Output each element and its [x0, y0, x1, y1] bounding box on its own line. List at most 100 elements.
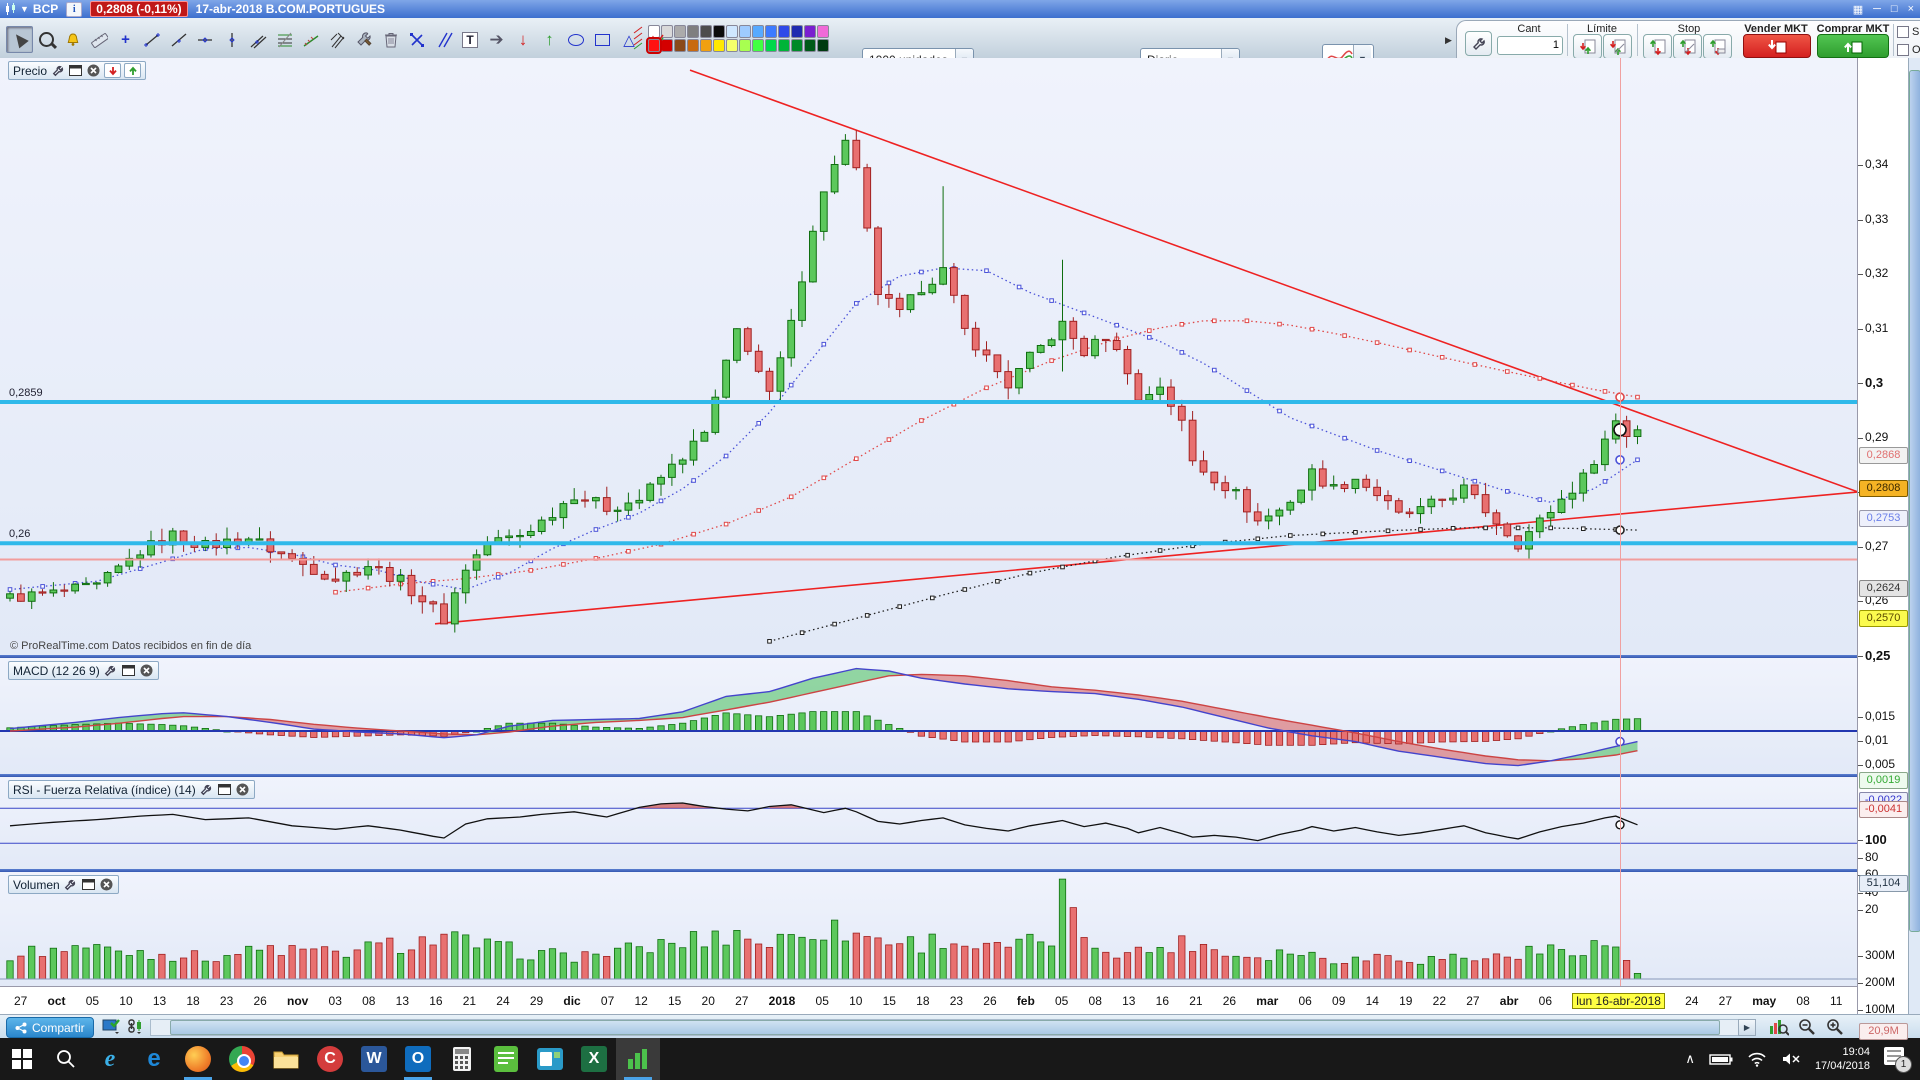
color-swatch[interactable] — [804, 25, 816, 38]
color-swatch[interactable] — [646, 37, 662, 54]
color-swatch[interactable] — [713, 25, 725, 38]
pane-volumen[interactable] — [0, 872, 1857, 986]
color-swatch[interactable] — [700, 25, 712, 38]
maximize-icon[interactable]: □ — [1891, 3, 1898, 16]
window-icon[interactable] — [121, 664, 136, 677]
minimize-icon[interactable]: ─ — [1873, 3, 1881, 16]
limite-buy-button[interactable] — [1603, 34, 1632, 59]
layout-grid-icon[interactable]: ▦ — [1853, 3, 1863, 16]
color-swatch[interactable] — [778, 39, 790, 52]
taskbar-calculator-icon[interactable] — [440, 1038, 484, 1080]
horizontal-scrollbar-thumb[interactable] — [170, 1020, 1720, 1035]
trendline[interactable] — [434, 491, 1857, 625]
candlestick-chart[interactable] — [0, 58, 1857, 655]
pane-precio[interactable] — [0, 58, 1857, 655]
stop-sell-button[interactable] — [1643, 34, 1672, 59]
chart-zoom-icon[interactable] — [1768, 1018, 1790, 1036]
taskbar-excel-icon[interactable]: X — [572, 1038, 616, 1080]
tool-zoom-button[interactable] — [33, 26, 60, 53]
sell-mkt-button[interactable] — [1743, 34, 1811, 58]
volume-muted-icon[interactable] — [1781, 1052, 1801, 1066]
taskbar-search-icon[interactable] — [44, 1038, 88, 1080]
macd-chart[interactable] — [0, 658, 1857, 777]
color-swatch[interactable] — [765, 25, 777, 38]
cant-input[interactable] — [1497, 36, 1563, 55]
link-candle-icon[interactable] — [124, 1017, 146, 1036]
sell-order-icon[interactable] — [104, 63, 122, 78]
window-icon[interactable] — [68, 64, 83, 77]
window-icon[interactable] — [81, 878, 96, 891]
taskbar-file-explorer-icon[interactable] — [264, 1038, 308, 1080]
pane-macd[interactable] — [0, 658, 1857, 777]
close-pane-icon[interactable] — [86, 64, 101, 77]
color-swatch[interactable] — [739, 39, 751, 52]
color-swatch[interactable] — [752, 25, 764, 38]
color-swatch[interactable] — [791, 25, 803, 38]
color-swatch[interactable] — [674, 39, 686, 52]
tool-parallel-lines-button[interactable] — [430, 26, 457, 53]
color-swatch[interactable] — [713, 39, 725, 52]
color-swatch[interactable] — [700, 39, 712, 52]
limite-sell-button[interactable] — [1573, 34, 1602, 59]
taskbar-start-icon[interactable] — [0, 1038, 44, 1080]
battery-icon[interactable] — [1709, 1053, 1733, 1065]
tool-rectangle-button[interactable] — [589, 26, 616, 53]
tool-ellipse-button[interactable] — [563, 26, 590, 53]
taskbar-edge-icon[interactable]: e — [132, 1038, 176, 1080]
rsi-chart[interactable] — [0, 777, 1857, 872]
trendline[interactable] — [689, 69, 1857, 493]
wifi-icon[interactable] — [1747, 1052, 1767, 1067]
color-swatch[interactable] — [687, 25, 699, 38]
wrench-icon[interactable] — [199, 783, 214, 796]
taskbar-ie-icon[interactable]: e — [88, 1038, 132, 1080]
stop-checkbox[interactable] — [1897, 25, 1909, 38]
color-swatch[interactable] — [791, 39, 803, 52]
color-swatch[interactable] — [752, 39, 764, 52]
screen-check-icon[interactable] — [100, 1017, 122, 1036]
color-swatch[interactable] — [765, 39, 777, 52]
tool-cursor-button[interactable] — [6, 26, 33, 53]
vertical-scrollbar-thumb[interactable] — [1909, 70, 1920, 932]
taskbar-notes-icon[interactable] — [484, 1038, 528, 1080]
tool-cross-button[interactable] — [404, 26, 431, 53]
tool-horizontal-line-button[interactable] — [192, 26, 219, 53]
tool-arrow-right-button[interactable]: ➔ — [483, 26, 510, 53]
color-swatch[interactable] — [674, 25, 686, 38]
color-swatch[interactable] — [687, 39, 699, 52]
taskbar-chrome-icon[interactable] — [220, 1038, 264, 1080]
tool-alarm-button[interactable] — [59, 26, 86, 53]
tool-ruler-button[interactable] — [86, 26, 113, 53]
tool-settings-tools-button[interactable] — [351, 26, 378, 53]
info-icon[interactable]: i — [66, 1, 83, 17]
color-swatch[interactable] — [817, 25, 829, 38]
color-swatch[interactable] — [778, 25, 790, 38]
tray-clock[interactable]: 19:04 17/04/2018 — [1815, 1045, 1870, 1073]
tool-trendline-button[interactable] — [165, 26, 192, 53]
zoom-out-icon[interactable] — [1796, 1018, 1818, 1036]
tool-pitchfork-button[interactable] — [324, 26, 351, 53]
trade-settings-button[interactable] — [1465, 31, 1492, 56]
tool-triangle-button[interactable]: △ — [616, 26, 643, 53]
taskbar-word-icon[interactable]: W — [352, 1038, 396, 1080]
tool-arrow-up-button[interactable]: ↑ — [536, 26, 563, 53]
color-swatch[interactable] — [739, 25, 751, 38]
color-swatch[interactable] — [804, 39, 816, 52]
hscroll-right-arrow[interactable]: ▶ — [1738, 1019, 1756, 1036]
volume-chart[interactable] — [0, 872, 1857, 986]
taskbar-contacts-icon[interactable] — [528, 1038, 572, 1080]
tool-regression-button[interactable] — [298, 26, 325, 53]
stop-limit-button[interactable] — [1703, 34, 1732, 59]
close-pane-icon[interactable] — [99, 878, 114, 891]
notification-icon[interactable]: 1 — [1884, 1047, 1912, 1073]
zoom-in-icon[interactable] — [1824, 1018, 1846, 1036]
taskbar-outlook-icon[interactable]: O — [396, 1038, 440, 1080]
color-swatch[interactable] — [817, 39, 829, 52]
wrench-icon[interactable] — [103, 664, 118, 677]
buy-order-icon[interactable] — [124, 63, 142, 78]
stop-buy-button[interactable] — [1673, 34, 1702, 59]
share-button[interactable]: Compartir — [6, 1017, 94, 1038]
close-pane-icon[interactable] — [139, 664, 154, 677]
pane-rsi[interactable] — [0, 777, 1857, 872]
tool-point-button[interactable]: + — [112, 26, 139, 53]
color-swatch[interactable] — [726, 39, 738, 52]
